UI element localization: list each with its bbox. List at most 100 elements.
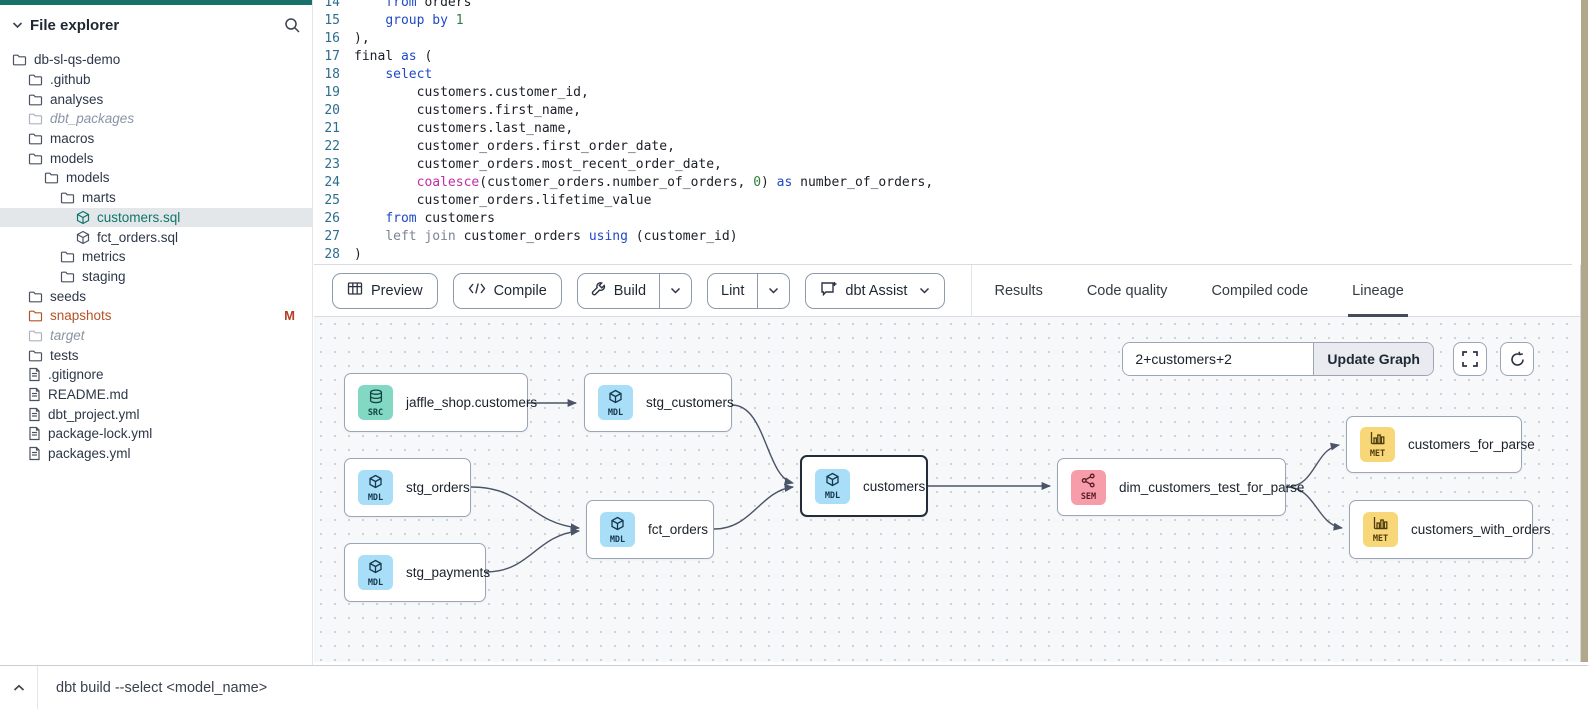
code-text: from customers — [354, 210, 495, 228]
tree-item-label: analyses — [50, 92, 103, 107]
tree-item-package-lock-yml[interactable]: package-lock.yml — [0, 424, 313, 444]
tree-item-db-sl-qs-demo[interactable]: db-sl-qs-demo — [0, 50, 313, 70]
fullscreen-button[interactable] — [1453, 342, 1487, 376]
node-jaffle_shop_customers[interactable]: SRCjaffle_shop.customers — [344, 373, 528, 432]
accent-top-strip — [0, 0, 313, 5]
code-line-22[interactable]: 22 customer_orders.first_order_date, — [314, 138, 1572, 156]
node-customers_with_orders[interactable]: METcustomers_with_orders — [1349, 500, 1533, 559]
chevron-down-icon[interactable] — [12, 16, 23, 34]
code-line-17[interactable]: 17final as ( — [314, 48, 1572, 66]
folder-icon — [28, 152, 43, 165]
lineage-panel[interactable]: SRCjaffle_shop.customersMDLstg_customers… — [314, 317, 1580, 662]
tree-item-label: fct_orders.sql — [97, 230, 178, 245]
tab-code-quality[interactable]: Code quality — [1087, 265, 1168, 317]
tab-results[interactable]: Results — [994, 265, 1042, 317]
tree-item-seeds[interactable]: seeds — [0, 286, 313, 306]
code-line-23[interactable]: 23 customer_orders.most_recent_order_dat… — [314, 156, 1572, 174]
cube-icon — [825, 472, 840, 491]
line-number: 27 — [314, 228, 354, 246]
badge-type-label: SRC — [368, 409, 383, 417]
lint-button[interactable]: Lint — [708, 274, 757, 308]
node-stg_orders[interactable]: MDLstg_orders — [344, 458, 471, 517]
tree-item-dbt-packages[interactable]: dbt_packages — [0, 109, 313, 129]
model-selector-input[interactable]: 2+customers+2 — [1123, 343, 1313, 375]
tree-item-target[interactable]: target — [0, 326, 313, 346]
tree-item-label: package-lock.yml — [48, 426, 152, 441]
code-lines: 14 from orders15 group by 116),17final a… — [314, 0, 1572, 265]
node-fct_orders[interactable]: MDLfct_orders — [586, 500, 714, 559]
chevron-up-icon[interactable] — [0, 666, 38, 709]
code-line-27[interactable]: 27 left join customer_orders using (cust… — [314, 228, 1572, 246]
code-line-18[interactable]: 18 select — [314, 66, 1572, 84]
code-line-25[interactable]: 25 customer_orders.lifetime_value — [314, 192, 1572, 210]
tree-item-label: dbt_packages — [50, 111, 134, 126]
node-stg_payments[interactable]: MDLstg_payments — [344, 543, 486, 602]
tab-lineage[interactable]: Lineage — [1352, 265, 1404, 317]
node-customers[interactable]: MDLcustomers — [800, 455, 928, 517]
code-editor[interactable]: 14 from orders15 group by 116),17final a… — [314, 0, 1572, 265]
code-line-20[interactable]: 20 customers.first_name, — [314, 102, 1572, 120]
node-customers_for_parse[interactable]: METcustomers_for_parse — [1346, 416, 1522, 473]
tree-item-snapshots[interactable]: snapshotsM — [0, 306, 313, 326]
line-number: 21 — [314, 120, 354, 138]
tree-item-readme-md[interactable]: README.md — [0, 385, 313, 405]
build-dropdown-chevron-icon[interactable] — [659, 274, 691, 308]
code-text: customer_orders.lifetime_value — [354, 192, 651, 210]
code-line-16[interactable]: 16), — [314, 30, 1572, 48]
preview-button[interactable]: Preview — [332, 273, 438, 309]
code-line-28[interactable]: 28) — [314, 246, 1572, 264]
code-text: coalesce(customer_orders.number_of_order… — [354, 174, 933, 192]
tree-item-analyses[interactable]: analyses — [0, 89, 313, 109]
tree-item-staging[interactable]: staging — [0, 267, 313, 287]
folder-icon — [28, 132, 43, 145]
code-line-19[interactable]: 19 customers.customer_id, — [314, 84, 1572, 102]
code-line-15[interactable]: 15 group by 1 — [314, 12, 1572, 30]
tree-item-fct-orders-sql[interactable]: fct_orders.sql — [0, 227, 313, 247]
met-badge: MET — [1360, 427, 1395, 462]
code-text: customers.last_name, — [354, 120, 573, 138]
folder-icon — [28, 112, 43, 125]
node-stg_customers[interactable]: MDLstg_customers — [584, 373, 732, 432]
src-badge: SRC — [358, 385, 393, 420]
update-graph-button[interactable]: Update Graph — [1313, 343, 1433, 375]
file-icon — [28, 426, 41, 441]
lineage-controls: 2+customers+2 Update Graph — [1122, 342, 1534, 376]
dbt-ide-window: File explorer db-sl-qs-demo.githubanalys… — [0, 0, 1588, 709]
mdl-badge: MDL — [358, 470, 393, 505]
code-line-24[interactable]: 24 coalesce(customer_orders.number_of_or… — [314, 174, 1572, 192]
compile-label: Compile — [494, 283, 547, 299]
tree-item-dbt-project-yml[interactable]: dbt_project.yml — [0, 404, 313, 424]
tree-item-customers-sql[interactable]: customers.sql — [0, 208, 313, 228]
refresh-button[interactable] — [1500, 342, 1534, 376]
tree-item-metrics[interactable]: metrics — [0, 247, 313, 267]
tree-item-marts[interactable]: marts — [0, 188, 313, 208]
tree-item-macros[interactable]: macros — [0, 129, 313, 149]
chart-icon — [1373, 516, 1388, 534]
table-icon — [347, 281, 363, 300]
node-label: stg_customers — [646, 395, 734, 410]
search-icon[interactable] — [284, 17, 301, 34]
code-line-21[interactable]: 21 customers.last_name, — [314, 120, 1572, 138]
preview-label: Preview — [371, 283, 423, 299]
dbt-assist-label: dbt Assist — [845, 283, 907, 299]
tree-item-label: .github — [50, 72, 91, 87]
tree-item-tests[interactable]: tests — [0, 345, 313, 365]
compile-button[interactable]: Compile — [453, 273, 562, 309]
tree-item--github[interactable]: .github — [0, 70, 313, 90]
command-input[interactable]: dbt build --select <model_name> — [56, 680, 267, 696]
tree-item-packages-yml[interactable]: packages.yml — [0, 444, 313, 464]
tab-compiled-code[interactable]: Compiled code — [1211, 265, 1308, 317]
code-line-14[interactable]: 14 from orders — [314, 0, 1572, 12]
tree-item--gitignore[interactable]: .gitignore — [0, 365, 313, 385]
dbt-assist-dropdown-chevron-icon[interactable] — [919, 287, 930, 294]
build-button[interactable]: Build — [578, 274, 659, 308]
folder-icon — [28, 290, 43, 303]
lint-split-button: Lint — [707, 273, 790, 309]
code-line-26[interactable]: 26 from customers — [314, 210, 1572, 228]
lint-dropdown-chevron-icon[interactable] — [757, 274, 789, 308]
node-dim_customers_test_for_parse[interactable]: SEMdim_customers_test_for_parse — [1057, 458, 1286, 516]
tree-item-models[interactable]: models — [0, 168, 313, 188]
tree-item-models[interactable]: models — [0, 148, 313, 168]
dbt-assist-button[interactable]: dbt Assist — [805, 273, 945, 309]
file-icon — [28, 446, 41, 461]
